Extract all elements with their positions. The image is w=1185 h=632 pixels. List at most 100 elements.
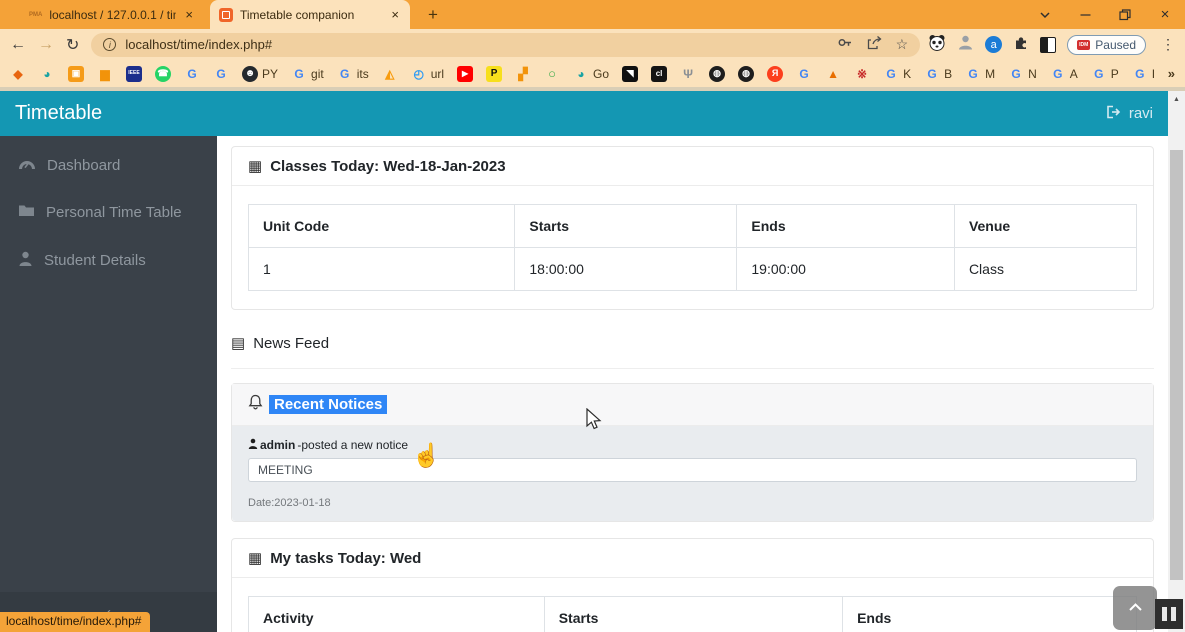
notices-title-selected-text[interactable]: Recent Notices [269,395,388,414]
close-button[interactable]: × [1145,0,1185,29]
notice-text-input[interactable] [248,458,1137,482]
bell-icon [248,394,263,415]
google-icon: G [799,66,809,81]
bookmark-globe[interactable]: ◍ [738,65,755,82]
globe-icon: ◍ [738,65,755,82]
table-header-row: Unit Code Starts Ends Venue [247,204,1138,248]
tasks-table: Activity Starts Ends [248,596,1137,632]
bookmark-camera[interactable]: ▣ [68,65,84,82]
main-content: ▦ Classes Today: Wed-18-Jan-2023 Unit Co… [217,136,1168,632]
notice-date: Date:2023-01-18 [248,497,331,509]
bookmark-godaddy[interactable]: ◕ Go [573,66,609,82]
bookmark-google[interactable]: GK [883,66,911,82]
table-header-row: Activity Starts Ends [248,596,1137,632]
download-paused-pill[interactable]: IDM Paused [1067,34,1146,55]
notice-author-line: admin -posted a new notice [248,438,1137,452]
bookmark-google[interactable]: GB [924,66,952,82]
classes-card-header: ▦ Classes Today: Wed-18-Jan-2023 [232,147,1153,186]
bookmark-label: M [985,66,996,81]
bookmark-craigslist[interactable]: cl [651,65,668,82]
bookmark-label: N [1028,66,1037,81]
bookmark-speedtest[interactable]: ◴ url [411,66,444,82]
a-extension-icon[interactable]: a [985,36,1003,53]
bookmark-ieee[interactable]: IEEE [126,65,142,82]
bookmark-google[interactable]: GA [1050,66,1078,82]
tab-close-icon[interactable]: × [389,7,401,22]
dark-mode-extension-icon[interactable] [1040,36,1057,53]
bookmark-postman[interactable]: P [486,65,503,82]
tab-phpmyadmin[interactable]: PMA localhost / 127.0.0.1 / time / clas … [20,0,204,29]
new-tab-button[interactable]: + [422,5,444,25]
postman-icon: P [486,65,503,82]
password-key-icon[interactable] [837,35,853,55]
bookmark-bird[interactable]: ◥ [622,65,639,82]
scroll-to-top-button[interactable] [1113,586,1157,630]
bookmark-google[interactable]: G [213,66,229,82]
cell-venue: Class [953,247,1138,291]
bookmark-google[interactable]: GI [1132,66,1155,82]
back-button[interactable]: ← [10,36,26,54]
logout-user[interactable]: ravi [1106,105,1153,123]
bookmark-ring[interactable]: ○ [544,66,560,82]
bookmark-google[interactable]: GN [1008,66,1037,82]
maximize-button[interactable] [1105,0,1145,29]
bookmark-google[interactable]: G [796,66,812,82]
bookmark-matlab[interactable]: ▲ [825,66,841,82]
panda-extension-icon[interactable] [928,34,946,56]
google-icon: G [1135,66,1145,81]
address-bar[interactable]: i localhost/time/index.php# ☆ [91,32,921,57]
chevron-down-icon[interactable] [1025,0,1065,29]
page-scrollbar[interactable]: ▲ [1168,91,1185,632]
bookmark-godaddy[interactable]: ◕ [39,66,55,82]
bookmarks-overflow-icon[interactable]: » [1168,66,1175,81]
column-header: Ends [736,204,955,248]
bookmark-label: P [1110,66,1119,81]
bookmark-label: git [311,66,324,81]
bookmark-phpmyadmin[interactable]: ◭ [382,66,398,82]
bookmark-yandex[interactable]: Я [767,65,784,82]
bookmark-google[interactable]: GM [965,66,995,82]
bookmark-movie[interactable]: ▞ [515,66,531,82]
app-brand[interactable]: Timetable [15,102,102,125]
site-info-icon[interactable]: i [103,38,117,51]
share-icon[interactable] [867,35,882,55]
newspaper-icon: ▤ [231,335,246,352]
bookmark-star-icon[interactable]: ☆ [896,36,909,53]
sidebar-item-student-details[interactable]: Student Details [0,236,217,285]
user-icon [18,251,33,270]
bookmark-seal[interactable]: ※ [854,66,870,82]
bookmark-whatsapp[interactable]: ☎ [155,65,171,82]
bookmark-github[interactable]: ☻ PY [242,65,278,82]
profile-icon[interactable] [957,34,974,55]
scrollbar-up-arrow-icon[interactable]: ▲ [1168,91,1185,107]
yandex-icon: Я [767,65,784,82]
sidebar-item-label: Dashboard [47,157,121,174]
browser-menu-icon[interactable]: ⋮ [1161,36,1175,53]
table-grid-icon: ▦ [248,550,263,567]
minimize-button[interactable] [1065,0,1105,29]
scrollbar-thumb[interactable] [1170,150,1183,580]
bookmark-google[interactable]: Ggit [291,66,324,82]
pointer-icon: ◆ [13,66,23,81]
bookmark-google[interactable]: GP [1091,66,1119,82]
bookmarks-list: ◆ ◕ ▣ ▆ IEEE ☎ G G ☻ PY Ggit Gits ◭ ◴ url ▶ P ▞ ○ ◕ Go ◥ cl Ψ ◍ ◍… [10,65,1160,82]
sidebar-item-personal-time-table[interactable]: Personal Time Table [0,189,217,236]
forward-button[interactable]: → [38,36,54,54]
bookmark-person[interactable]: Ψ [680,66,696,82]
bookmark-google[interactable]: Gits [337,66,369,82]
extensions-puzzle-icon[interactable] [1013,34,1029,55]
url-text[interactable]: localhost/time/index.php# [125,37,836,52]
bookmark-google[interactable]: G [184,66,200,82]
bookmark-analytics[interactable]: ▆ [97,66,113,82]
bookmark-youtube[interactable]: ▶ [457,65,474,82]
logout-icon [1106,105,1122,123]
sidebar-item-dashboard[interactable]: Dashboard [0,142,217,189]
reload-button[interactable]: ↻ [66,35,79,55]
folder-icon [18,204,35,221]
bookmark-globe[interactable]: ◍ [709,65,726,82]
tab-timetable-companion[interactable]: Timetable companion × [210,0,410,29]
bookmark-pointer[interactable]: ◆ [10,66,26,82]
tab-close-icon[interactable]: × [183,7,195,22]
media-pause-overlay[interactable] [1155,599,1183,629]
browser-toolbar: ← → ↻ i localhost/time/index.php# ☆ a ID… [0,29,1185,60]
